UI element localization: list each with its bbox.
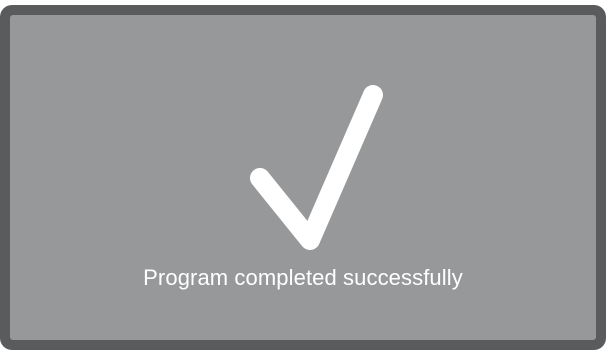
status-message: Program completed successfully — [143, 265, 463, 290]
checkmark-icon — [230, 70, 390, 255]
display-bezel: Program completed successfully — [0, 5, 606, 350]
status-screen: Program completed successfully — [10, 15, 596, 340]
